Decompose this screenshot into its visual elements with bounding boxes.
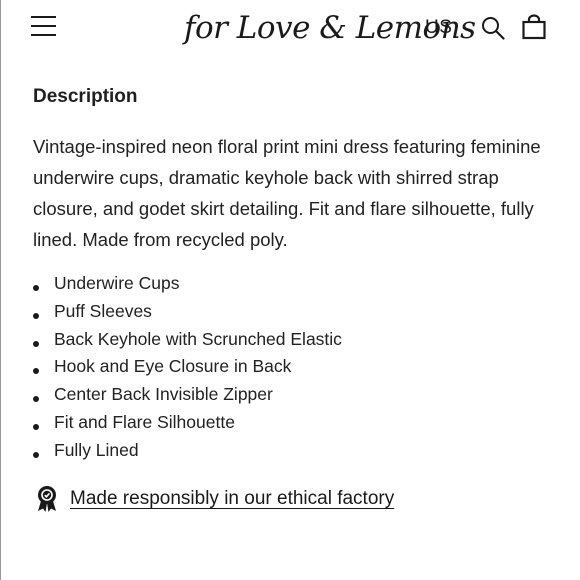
ethical-factory-link[interactable]: Made responsibly in our ethical factory	[70, 488, 394, 510]
feature-list: Underwire Cups Puff Sleeves Back Keyhole…	[33, 270, 342, 465]
feature-label: Puff Sleeves	[54, 300, 152, 321]
bullet-icon	[33, 396, 39, 403]
bullet-icon	[33, 340, 39, 347]
shopping-bag-icon[interactable]	[521, 14, 547, 40]
ethical-factory-row: Made responsibly in our ethical factory	[35, 483, 394, 515]
feature-label: Underwire Cups	[54, 273, 180, 293]
feature-item: Center Back Invisible Zipper	[33, 381, 342, 409]
feature-item: Fit and Flare Silhouette	[33, 409, 342, 437]
feature-label: Hook and Eye Closure in Back	[54, 356, 292, 377]
region-selector[interactable]: US	[425, 17, 452, 39]
bullet-icon	[33, 312, 39, 319]
feature-label: Fully Lined	[54, 439, 139, 460]
bullet-icon	[33, 368, 39, 375]
product-description: Vintage-inspired neon floral print mini …	[33, 136, 541, 250]
hamburger-menu-icon[interactable]	[31, 14, 57, 38]
site-header: for Love & Lemons US	[1, 0, 580, 58]
feature-label: Fit and Flare Silhouette	[54, 411, 235, 432]
feature-item: Fully Lined	[33, 437, 342, 465]
search-icon[interactable]	[481, 16, 505, 40]
award-ribbon-icon	[35, 485, 59, 513]
feature-label: Center Back Invisible Zipper	[54, 384, 273, 405]
bullet-icon	[33, 423, 39, 430]
feature-label: Back Keyhole with Scrunched Elastic	[54, 328, 342, 349]
bullet-icon	[33, 285, 39, 291]
feature-item: Puff Sleeves	[33, 298, 342, 326]
feature-item: Back Keyhole with Scrunched Elastic	[33, 326, 342, 354]
description-heading: Description	[33, 86, 138, 107]
feature-item: Underwire Cups	[33, 270, 342, 298]
bullet-icon	[33, 451, 39, 458]
feature-item: Hook and Eye Closure in Back	[33, 353, 342, 381]
